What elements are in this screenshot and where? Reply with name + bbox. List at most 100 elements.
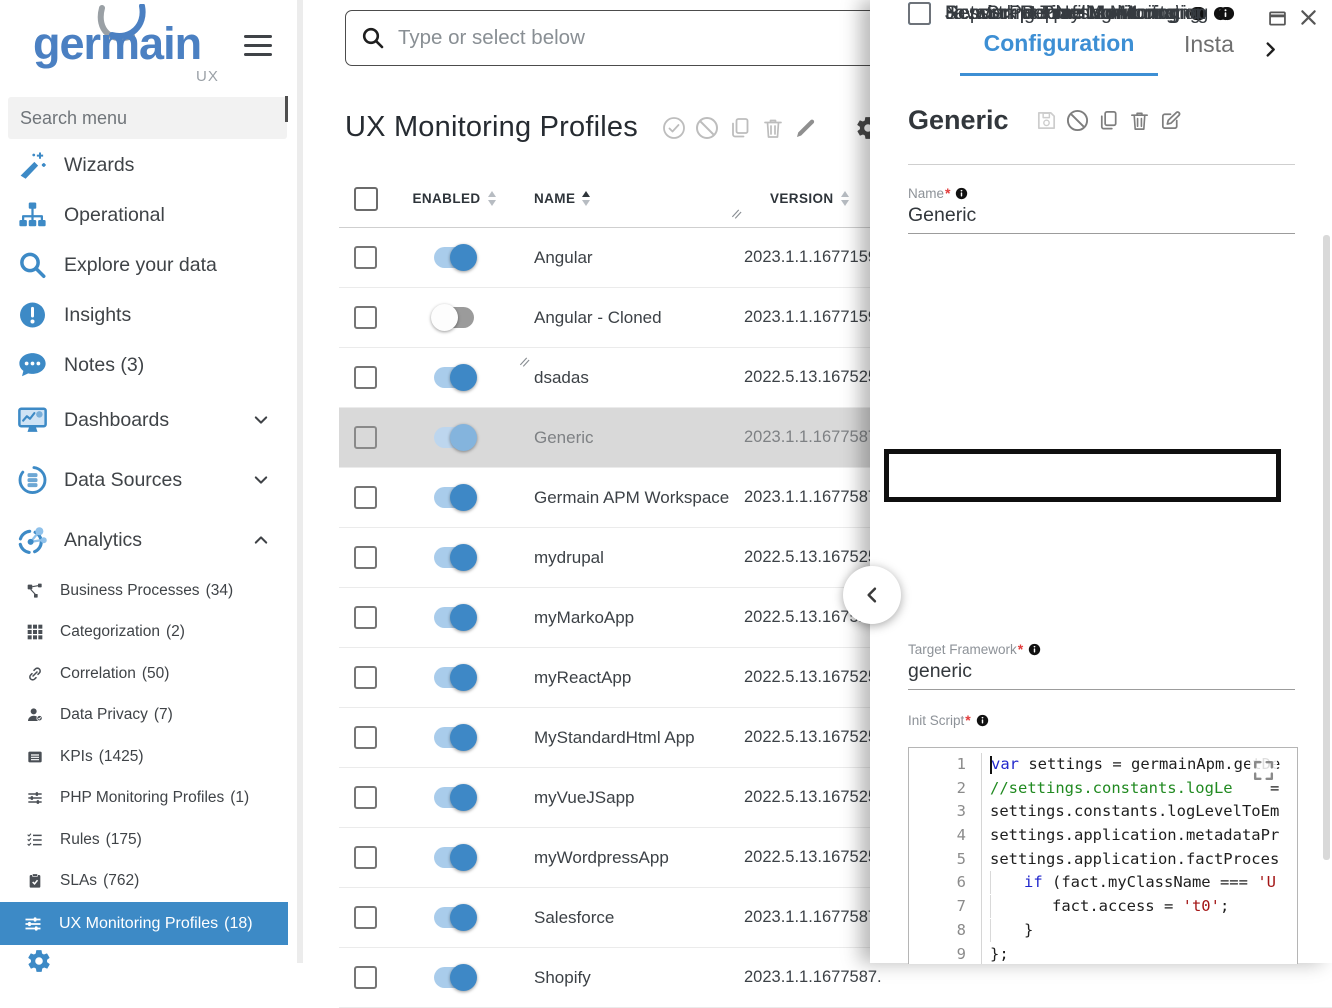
copy-icon[interactable]: [1097, 109, 1120, 132]
checkbox[interactable]: [908, 2, 931, 25]
row-checkbox[interactable]: [354, 726, 377, 749]
enabled-toggle[interactable]: [434, 547, 474, 568]
edit-icon[interactable]: [1159, 109, 1182, 132]
chevron-down-icon[interactable]: [252, 471, 270, 489]
enabled-toggle[interactable]: [434, 307, 474, 328]
checkbox-row[interactable]: Report Poor Network Location: [908, 0, 1233, 26]
enabled-toggle[interactable]: [434, 787, 474, 808]
name-field[interactable]: Name * Generic: [908, 185, 1295, 234]
row-checkbox[interactable]: [354, 486, 377, 509]
chevron-up-icon[interactable]: [252, 531, 270, 549]
sidebar-subitem[interactable]: KPIs (1425): [0, 736, 288, 778]
enabled-toggle[interactable]: [434, 607, 474, 628]
required-mark: *: [965, 712, 970, 728]
expand-fullscreen-icon[interactable]: [1250, 757, 1277, 784]
code-line[interactable]: 3 settings.constants.logLevelToEm: [909, 800, 1297, 824]
sidebar-subitem[interactable]: PHP Monitoring Profiles (1): [0, 778, 288, 820]
code-line[interactable]: 2 //settings.constants.logLe =: [909, 777, 1297, 801]
sidebar-item[interactable]: Operational: [0, 190, 288, 240]
enabled-toggle[interactable]: [434, 427, 474, 448]
code-line[interactable]: 9 };: [909, 943, 1297, 965]
code-line[interactable]: 4 settings.application.metadataPr: [909, 824, 1297, 848]
column-header-enabled[interactable]: ENABLED: [412, 191, 495, 206]
chevron-down-icon[interactable]: [252, 411, 270, 429]
close-icon[interactable]: [1298, 7, 1319, 28]
code-line[interactable]: 1 var settings = germainApm.getDe: [909, 753, 1297, 777]
row-checkbox[interactable]: [354, 786, 377, 809]
sidebar-item[interactable]: Explore your data: [0, 240, 288, 290]
code-line[interactable]: 7 fact.access = 't0';: [909, 895, 1297, 919]
sidebar-item[interactable]: Wizards: [0, 140, 288, 190]
row-checkbox[interactable]: [354, 246, 377, 269]
sidebar-scrollbar-thumb[interactable]: [285, 96, 288, 122]
row-checkbox[interactable]: [354, 426, 377, 449]
row-checkbox[interactable]: [354, 666, 377, 689]
row-checkbox[interactable]: [354, 966, 377, 989]
enabled-toggle[interactable]: [434, 367, 474, 388]
enabled-toggle[interactable]: [434, 907, 474, 928]
enabled-toggle[interactable]: [434, 247, 474, 268]
active-tab-underline: [960, 73, 1158, 76]
sidebar-subitem[interactable]: Categorization (2): [0, 612, 288, 654]
chevron-right-icon[interactable]: [1261, 40, 1280, 59]
code-line[interactable]: 6 if (fact.myClassName === 'U: [909, 871, 1297, 895]
select-all-checkbox[interactable]: [354, 187, 378, 211]
info-icon[interactable]: [955, 187, 968, 200]
search-input[interactable]: Type or select below: [345, 10, 908, 66]
enabled-toggle[interactable]: [434, 487, 474, 508]
row-checkbox[interactable]: [354, 846, 377, 869]
enabled-toggle[interactable]: [434, 967, 474, 988]
enabled-toggle[interactable]: [434, 727, 474, 748]
enabled-toggle[interactable]: [434, 847, 474, 868]
target-framework-value[interactable]: generic: [908, 660, 1295, 683]
name-filter-icon[interactable]: [518, 355, 532, 369]
trash-icon[interactable]: [761, 116, 785, 140]
sidebar-item[interactable]: Notes (3): [0, 340, 288, 390]
sidebar-subitem[interactable]: Business Processes (34): [0, 570, 288, 612]
row-checkbox[interactable]: [354, 306, 377, 329]
enabled-toggle[interactable]: [434, 667, 474, 688]
tab-installation[interactable]: Insta: [1184, 31, 1254, 58]
sidebar-subitem[interactable]: SLAs (762): [0, 861, 288, 903]
row-checkbox[interactable]: [354, 906, 377, 929]
collapse-panel-button[interactable]: [843, 566, 901, 624]
info-icon[interactable]: [1028, 643, 1041, 656]
sidebar-item[interactable]: Insights: [0, 290, 288, 340]
pencil-icon[interactable]: [794, 116, 818, 140]
gear-icon[interactable]: [26, 948, 52, 974]
target-framework-field[interactable]: Target Framework * generic: [908, 641, 1295, 690]
ban-icon[interactable]: [1066, 109, 1089, 132]
name-field-value[interactable]: Generic: [908, 204, 1295, 227]
sidebar-subitem[interactable]: Rules (175): [0, 819, 288, 861]
ban-icon[interactable]: [695, 116, 719, 140]
panel-scrollbar-thumb[interactable]: [1323, 235, 1330, 860]
check-circle-icon[interactable]: [662, 116, 686, 140]
sidebar-search-input[interactable]: Search menu: [8, 97, 287, 139]
copy-icon[interactable]: [728, 116, 752, 140]
sidebar-subitem[interactable]: UX Monitoring Profiles (18): [0, 902, 288, 945]
info-icon[interactable]: [1218, 6, 1233, 21]
version-filter-icon[interactable]: [730, 207, 744, 221]
sort-icons[interactable]: [488, 191, 496, 206]
sidebar-subitem[interactable]: Data Privacy (7): [0, 695, 288, 737]
info-icon[interactable]: [976, 714, 989, 727]
trash-icon[interactable]: [1128, 109, 1151, 132]
sort-icons[interactable]: [841, 191, 849, 206]
code-editor[interactable]: 1 var settings = germainApm.getDe 2 //se…: [908, 747, 1298, 964]
row-checkbox[interactable]: [354, 606, 377, 629]
code-line[interactable]: 5 settings.application.factProces: [909, 848, 1297, 872]
profile-name: myMarkoApp: [534, 608, 744, 628]
tab-configuration[interactable]: Configuration: [960, 30, 1158, 57]
code-line[interactable]: 8 }: [909, 919, 1297, 943]
sidebar-item[interactable]: Dashboards: [0, 390, 288, 450]
sidebar-item[interactable]: Data Sources: [0, 450, 288, 510]
row-checkbox[interactable]: [354, 546, 377, 569]
save-icon[interactable]: [1035, 109, 1058, 132]
column-header-name[interactable]: NAME: [534, 191, 744, 206]
hamburger-menu-icon[interactable]: [244, 35, 272, 56]
sidebar-subitem[interactable]: Correlation (50): [0, 653, 288, 695]
sidebar-item[interactable]: Analytics: [0, 510, 288, 570]
maximize-icon[interactable]: [1267, 8, 1288, 29]
sort-asc-icon[interactable]: [582, 191, 590, 206]
row-checkbox[interactable]: [354, 366, 377, 389]
